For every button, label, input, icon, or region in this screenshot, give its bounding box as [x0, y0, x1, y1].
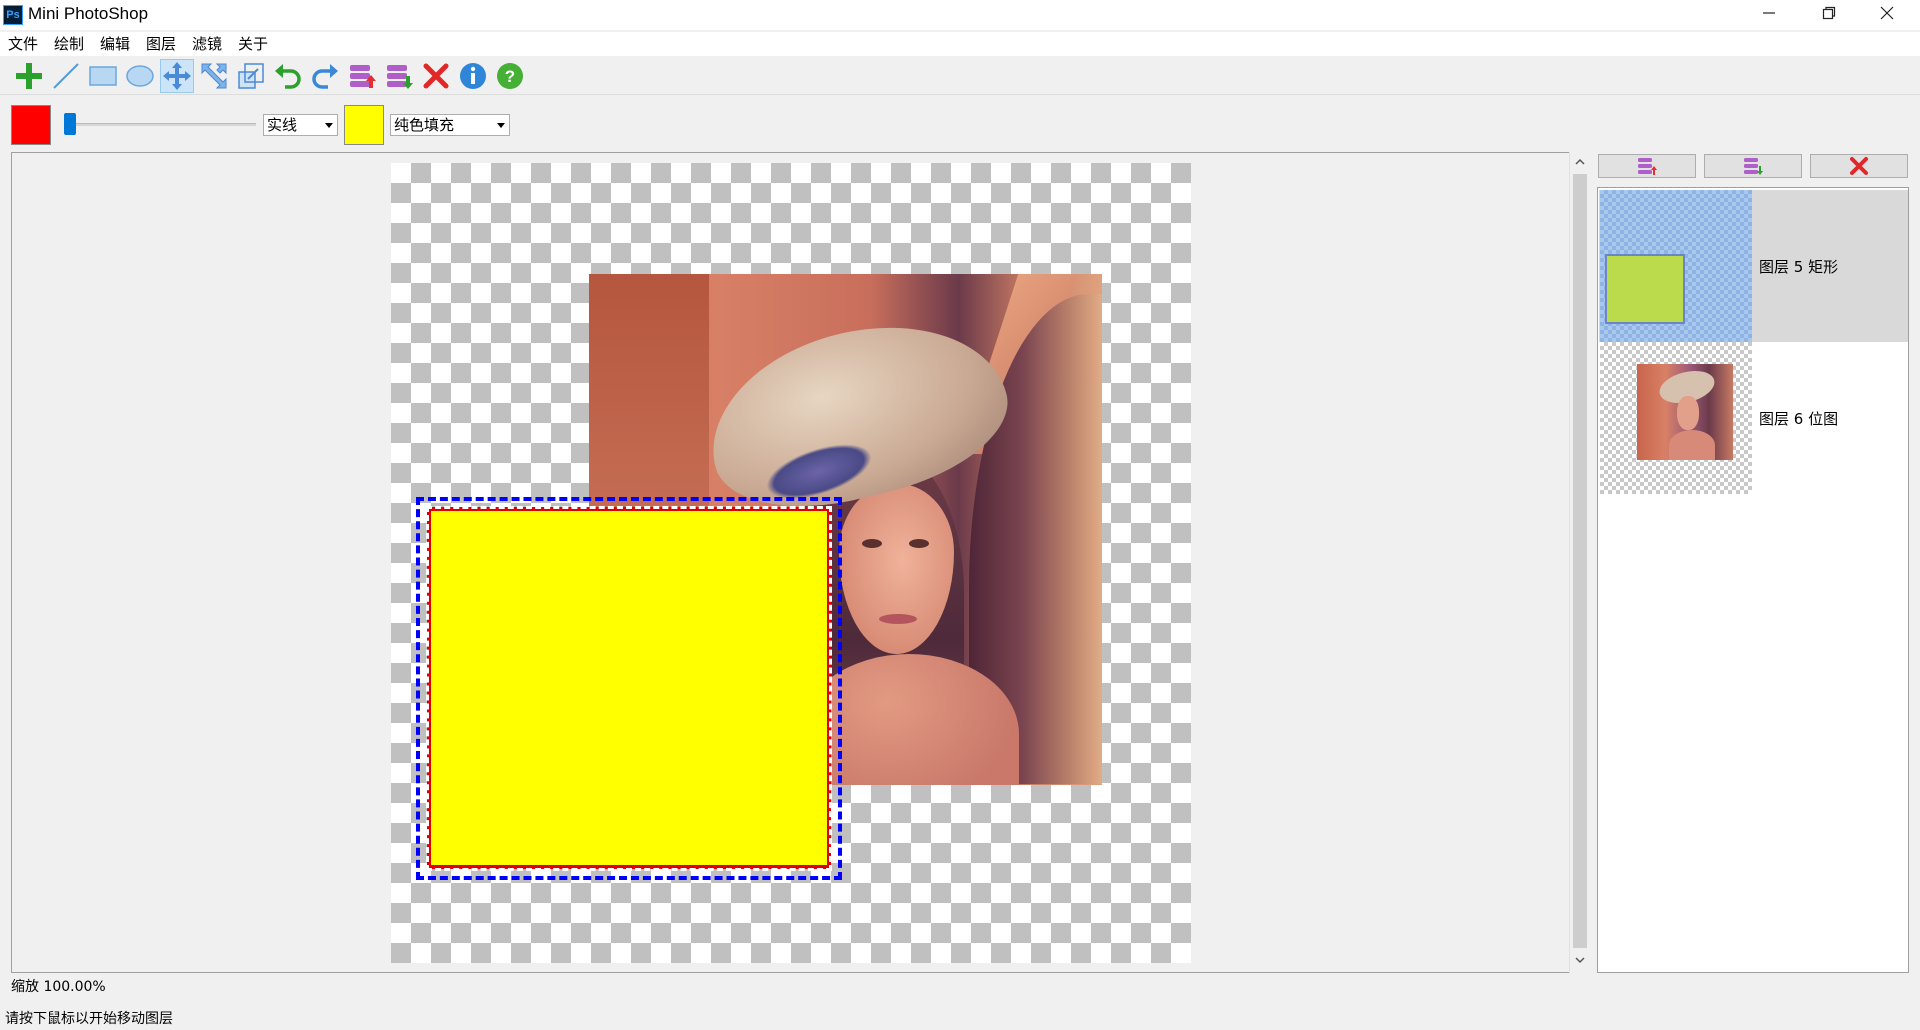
- menu-file[interactable]: 文件: [8, 33, 38, 54]
- layer-up-icon: [350, 65, 376, 88]
- ellipse-icon: [126, 65, 154, 87]
- move-layer-up-button[interactable]: [1598, 154, 1696, 178]
- line-width-slider-handle[interactable]: [63, 113, 76, 135]
- undo-icon: [275, 64, 301, 89]
- scroll-down-icon[interactable]: [1574, 954, 1586, 966]
- scale-icon: [238, 63, 264, 89]
- rotate-tool-button[interactable]: [197, 59, 231, 93]
- redo-icon: [312, 64, 338, 89]
- delete-icon: [1850, 157, 1868, 175]
- info-icon: [460, 63, 486, 89]
- line-style-select[interactable]: 实线: [263, 114, 338, 136]
- app-icon: Ps: [3, 5, 23, 25]
- status-message: 请按下鼠标以开始移动图层: [5, 1011, 173, 1027]
- scroll-thumb[interactable]: [1573, 174, 1587, 948]
- menu-bar: 文件 绘制 编辑 图层 滤镜 关于: [0, 32, 1920, 56]
- window-title: Mini PhotoShop: [28, 4, 149, 23]
- close-icon: [1880, 6, 1894, 20]
- restore-icon: [1822, 6, 1836, 20]
- scale-tool-button[interactable]: [234, 59, 268, 93]
- delete-icon: [423, 63, 449, 89]
- move-tool-button[interactable]: [160, 59, 194, 93]
- add-icon: [16, 63, 42, 89]
- line-style-value: 实线: [267, 116, 298, 134]
- layer-up-icon: [1638, 158, 1657, 175]
- move-layer-down-button[interactable]: [1704, 154, 1802, 178]
- ellipse-tool-button[interactable]: [123, 59, 157, 93]
- chevron-down-icon: [497, 123, 505, 128]
- title-bar: Ps Mini PhotoShop: [0, 0, 1920, 30]
- layer-item-rectangle[interactable]: 图层 5 矩形: [1599, 190, 1908, 342]
- restore-button[interactable]: [1800, 0, 1858, 30]
- chevron-down-icon: [325, 123, 333, 128]
- layer-down-icon: [1744, 158, 1763, 175]
- toolbar: ?: [0, 57, 1920, 95]
- zoom-level: 缩放 100.00%: [11, 979, 106, 995]
- layer-thumbnail: [1600, 342, 1752, 494]
- canvas-vertical-scrollbar[interactable]: [1569, 152, 1589, 973]
- undo-button[interactable]: [271, 59, 305, 93]
- scroll-up-icon[interactable]: [1574, 156, 1586, 168]
- stroke-color-swatch[interactable]: [11, 105, 51, 145]
- line-tool-button[interactable]: [49, 59, 83, 93]
- menu-draw[interactable]: 绘制: [54, 33, 84, 54]
- layers-list: 图层 5 矩形 图层 6 位图: [1597, 187, 1909, 973]
- rectangle-icon: [89, 66, 117, 86]
- info-button[interactable]: [456, 59, 490, 93]
- rotate-icon: [201, 63, 227, 89]
- redo-button[interactable]: [308, 59, 342, 93]
- line-icon: [53, 63, 79, 89]
- help-button[interactable]: ?: [493, 59, 527, 93]
- layer-down-icon: [387, 65, 413, 89]
- delete-layer-button[interactable]: [1810, 154, 1908, 178]
- menu-edit[interactable]: 编辑: [100, 33, 130, 54]
- layer-down-button[interactable]: [382, 59, 416, 93]
- layer-item-bitmap[interactable]: 图层 6 位图: [1599, 342, 1908, 494]
- fill-color-swatch[interactable]: [344, 105, 384, 145]
- menu-about[interactable]: 关于: [238, 33, 268, 54]
- minimize-button[interactable]: [1740, 0, 1798, 30]
- layer-label: 图层 6 位图: [1759, 410, 1839, 428]
- fill-style-value: 纯色填充: [394, 116, 455, 134]
- layer-up-button[interactable]: [345, 59, 379, 93]
- layer-thumbnail: [1600, 190, 1752, 342]
- rectangle-tool-button[interactable]: [86, 59, 120, 93]
- help-icon: ?: [497, 63, 523, 89]
- add-button[interactable]: [12, 59, 46, 93]
- fill-style-select[interactable]: 纯色填充: [390, 114, 510, 136]
- delete-button[interactable]: [419, 59, 453, 93]
- menu-layer[interactable]: 图层: [146, 33, 176, 54]
- close-button[interactable]: [1858, 0, 1916, 30]
- move-icon: [163, 62, 191, 90]
- layer-label: 图层 5 矩形: [1759, 258, 1839, 276]
- svg-text:?: ?: [505, 67, 515, 86]
- minimize-icon: [1763, 12, 1775, 14]
- line-width-slider-track[interactable]: [66, 123, 256, 126]
- selection-inner-outline: [426, 506, 832, 871]
- menu-filter[interactable]: 滤镜: [192, 33, 222, 54]
